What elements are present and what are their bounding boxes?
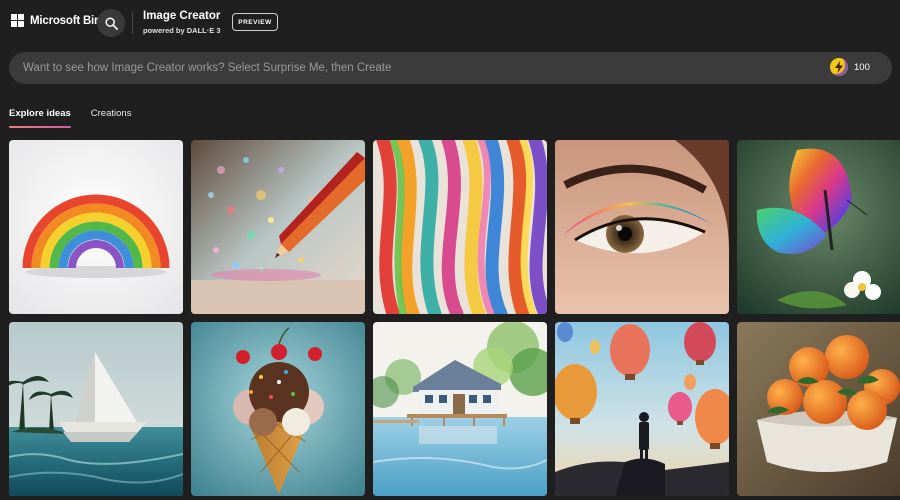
lake-house-image [373, 322, 547, 496]
boost-counter[interactable]: 100 [830, 58, 870, 76]
pencil-glitter-image [191, 140, 365, 314]
app-brand[interactable]: Image Creator powered by DALL·E 3 [143, 10, 221, 37]
tab-bar: Explore ideas Creations [9, 108, 131, 128]
windows-logo-icon [11, 14, 24, 27]
app-title: Image Creator [143, 10, 221, 22]
paper-boat-image [9, 322, 183, 496]
header-divider [132, 12, 133, 34]
rainbow-image [9, 140, 183, 314]
image-tile-oranges[interactable] [737, 322, 900, 496]
butterfly-image [737, 140, 900, 314]
image-tile-butterfly[interactable] [737, 140, 900, 314]
image-tile-ribbons[interactable] [373, 140, 547, 314]
eye-image [555, 140, 729, 314]
logo-text: Microsoft Bing [30, 14, 108, 27]
tab-explore-ideas[interactable]: Explore ideas [9, 108, 71, 128]
image-tile-eye[interactable] [555, 140, 729, 314]
image-tile-pencil-glitter[interactable] [191, 140, 365, 314]
tab-creations[interactable]: Creations [91, 108, 132, 128]
search-icon [104, 16, 118, 30]
image-tile-paper-boat[interactable] [9, 322, 183, 496]
ice-cream-image [191, 322, 365, 496]
image-tile-ice-cream[interactable] [191, 322, 365, 496]
search-button[interactable] [97, 9, 125, 37]
image-tile-balloons[interactable] [555, 322, 729, 496]
app-subtitle: powered by DALL·E 3 [143, 26, 221, 35]
image-tile-rainbow[interactable] [9, 140, 183, 314]
ribbons-image [373, 140, 547, 314]
oranges-image [737, 322, 900, 496]
microsoft-bing-logo[interactable]: Microsoft Bing [11, 14, 108, 27]
balloons-image [555, 322, 729, 496]
prompt-bar [9, 52, 892, 84]
boost-count: 100 [854, 61, 870, 73]
preview-badge: PREVIEW [232, 13, 278, 31]
prompt-input[interactable] [23, 52, 803, 84]
header: Microsoft Bing Image Creator powered by … [0, 0, 900, 44]
boost-coin-icon [830, 58, 848, 76]
image-tile-lake-house[interactable] [373, 322, 547, 496]
